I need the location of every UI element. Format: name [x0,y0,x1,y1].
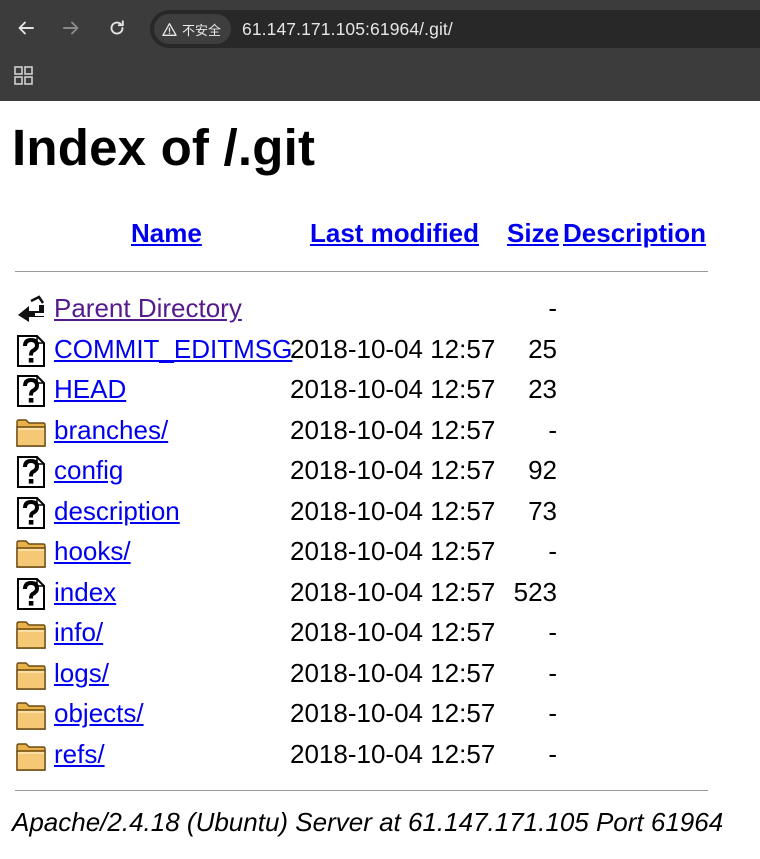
file-link[interactable]: objects/ [54,698,144,729]
folder-icon [15,658,47,692]
arrow-left-icon [18,21,34,35]
unknown-file-icon [15,455,47,489]
url-text[interactable]: 61.147.171.105:61964/.git/ [242,19,453,40]
list-item: refs/2018-10-04 12:57 - [0,736,760,776]
security-label: 不安全 [182,23,222,39]
list-item: index 2018-10-04 12:57 523 [0,574,760,614]
reload-icon [110,20,124,35]
footer-divider [15,790,708,791]
warning-icon [162,22,177,36]
size-value: - [548,657,557,688]
security-indicator[interactable]: 不安全 [154,14,232,44]
reload-button[interactable] [102,13,132,43]
parent-directory-link[interactable]: Parent Directory [54,293,242,324]
list-item: hooks/2018-10-04 12:57 - [0,533,760,573]
list-item: config 2018-10-04 12:57 92 [0,452,760,492]
directory-listing-page: Index of /.git Name Last modified Size D… [0,101,760,859]
size-value: - [548,536,557,566]
unknown-file-icon [15,334,47,368]
browser-chrome: 不安全 61.147.171.105:61964/.git/ [0,0,760,101]
last-modified-value: 2018-10-04 12:57 [290,617,496,647]
sort-by-description-link[interactable]: Description [563,218,706,249]
size-value: 92 [528,455,557,485]
last-modified-value: 2018-10-04 12:57 [290,738,496,769]
size-value: 23 [528,374,557,404]
folder-icon [15,739,47,773]
last-modified-value: 2018-10-04 12:57 [290,414,496,445]
last-modified-value: 2018-10-04 12:57 [290,657,496,688]
unknown-file-icon [15,496,47,530]
file-link[interactable]: index [54,577,116,608]
file-link[interactable]: COMMIT_EDITMSG [54,334,292,365]
list-item: HEAD 2018-10-04 12:57 23 [0,371,760,411]
list-item: description 2018-10-04 12:57 73 [0,493,760,533]
size-value: - [548,738,557,769]
sort-by-name-link[interactable]: Name [131,218,202,249]
list-item: branches/2018-10-04 12:57 - [0,412,760,452]
folder-icon [15,617,47,651]
size-value: 523 [513,576,557,607]
size-value: - [548,414,557,445]
sort-by-size-link[interactable]: Size [507,218,559,249]
arrow-right-icon [63,21,79,35]
browser-toolbar: 不安全 61.147.171.105:61964/.git/ [0,0,760,58]
last-modified-value: 2018-10-04 12:57 [290,495,496,526]
size-value: - [548,617,557,647]
unknown-file-icon [15,374,47,408]
file-link[interactable]: logs/ [54,658,109,689]
back-icon [15,293,47,327]
last-modified-value: 2018-10-04 12:57 [290,536,496,566]
file-link[interactable]: description [54,496,180,527]
last-modified-value: 2018-10-04 12:57 [290,455,496,485]
list-item: objects/2018-10-04 12:57 - [0,695,760,735]
size-value: - [548,698,557,728]
list-item: info/2018-10-04 12:57 - [0,614,760,654]
folder-icon [15,536,47,570]
last-modified-value: 2018-10-04 12:57 [290,333,496,364]
file-link[interactable]: config [54,455,123,486]
sort-by-last-modified-link[interactable]: Last modified [310,218,479,249]
server-signature: Apache/2.4.18 (Ubuntu) Server at 61.147.… [12,807,724,837]
folder-icon [15,415,47,449]
file-link[interactable]: refs/ [54,739,105,770]
file-link[interactable]: HEAD [54,374,126,405]
last-modified-value: 2018-10-04 12:57 [290,374,496,404]
file-link[interactable]: hooks/ [54,536,131,567]
size-value: 25 [528,333,557,364]
page-title: Index of /.git [12,119,316,176]
file-link[interactable]: branches/ [54,415,168,446]
back-button[interactable] [11,13,41,43]
list-item: logs/2018-10-04 12:57 - [0,655,760,695]
size-value: - [548,293,557,323]
file-link[interactable]: info/ [54,617,103,648]
last-modified-value: 2018-10-04 12:57 [290,576,496,607]
folder-icon [15,698,47,732]
apps-grid-icon[interactable] [14,66,34,86]
list-item: COMMIT_EDITMSG 2018-10-04 12:57 25 [0,331,760,371]
header-divider [15,271,708,272]
list-item: Parent Directory - [0,290,760,330]
last-modified-value: 2018-10-04 12:57 [290,698,496,728]
bookmarks-bar [0,58,760,101]
address-bar[interactable]: 不安全 61.147.171.105:61964/.git/ [150,10,760,48]
forward-button[interactable] [56,13,86,43]
unknown-file-icon [15,577,47,611]
size-value: 73 [528,495,557,526]
